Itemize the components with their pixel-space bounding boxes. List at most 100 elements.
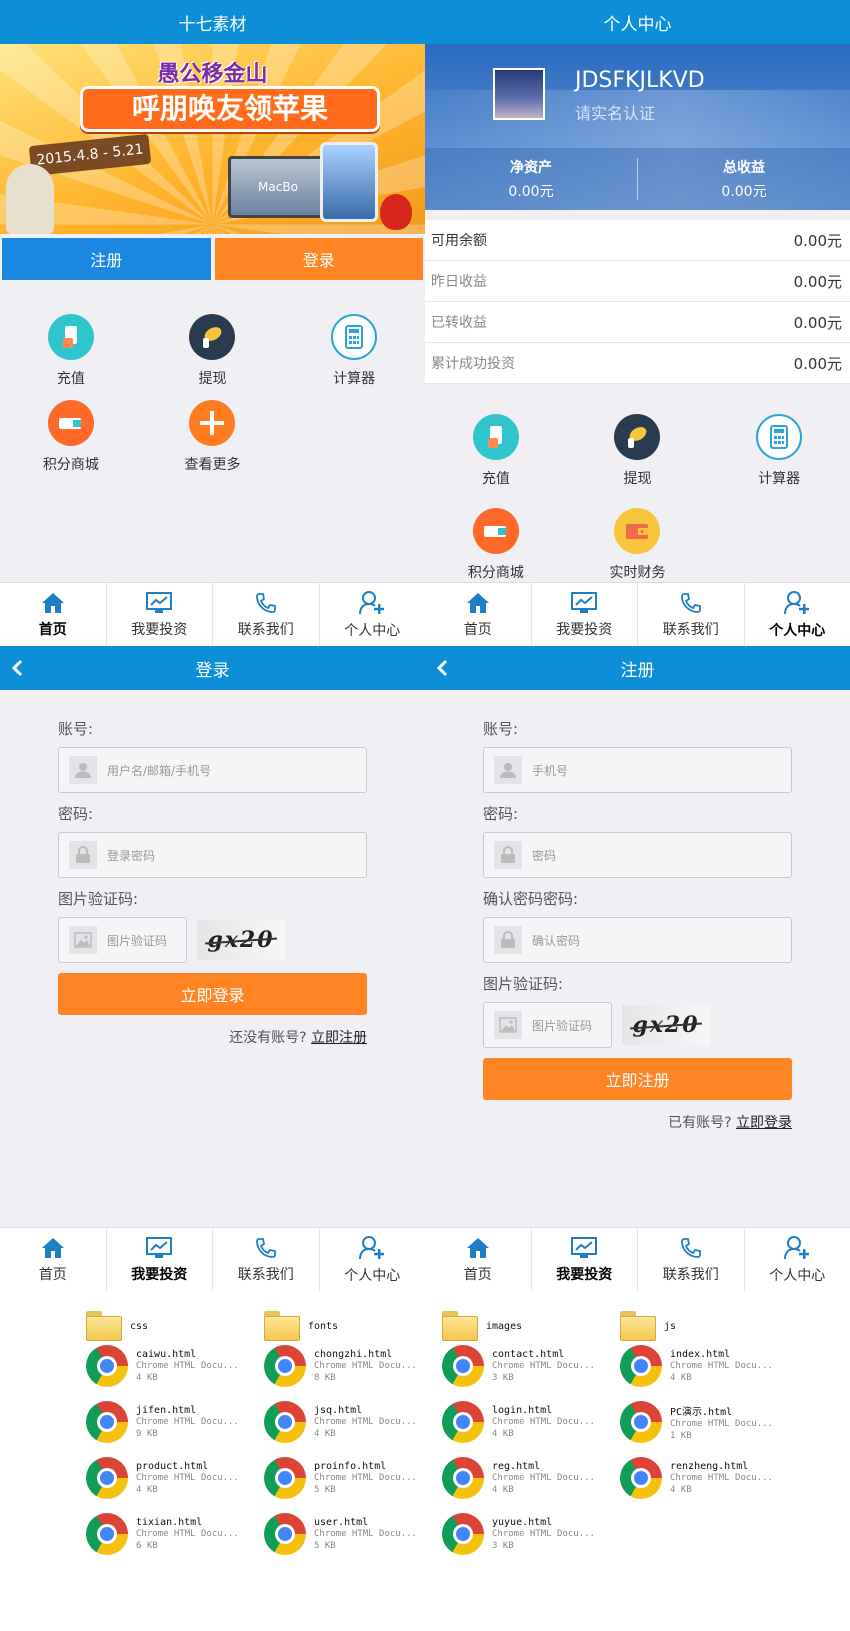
file-item[interactable]: proinfo.html Chrome HTML Docu... 5 KB xyxy=(264,1455,434,1501)
tab-invest[interactable]: 我要投资 xyxy=(107,1228,213,1291)
register-link[interactable]: 立即注册 xyxy=(311,1030,367,1046)
promo-banner[interactable]: 愚公移金山 呼朋唤友领苹果 2015.4.8 - 5.21 MacBo xyxy=(0,44,425,234)
file-item[interactable]: jsq.html Chrome HTML Docu... 4 KB xyxy=(264,1399,434,1445)
tab-home[interactable]: 首页 xyxy=(425,583,532,646)
menu-item-calculator[interactable]: 计算器 xyxy=(708,414,850,488)
tab-profile[interactable]: 个人中心 xyxy=(745,1228,850,1291)
file-type: Chrome HTML Docu... xyxy=(314,1528,417,1539)
register-screen: 注册 账号: 手机号 密码: 密码 确认密码密码: 确认密码 图片验证码: 图片… xyxy=(425,646,850,1291)
file-item[interactable]: contact.html Chrome HTML Docu... 3 KB xyxy=(442,1343,612,1389)
tab-home[interactable]: 首页 xyxy=(0,1228,107,1291)
file-type: Chrome HTML Docu... xyxy=(670,1472,773,1483)
register-button[interactable]: 注册 xyxy=(2,238,211,280)
add-user-icon xyxy=(359,590,385,614)
folder-icon xyxy=(86,1311,122,1341)
tab-label: 我要投资 xyxy=(556,1266,613,1283)
balance-label: 已转收益 xyxy=(431,315,487,331)
avatar[interactable] xyxy=(493,68,545,120)
image-icon xyxy=(494,1011,522,1039)
file-item[interactable]: yuyue.html Chrome HTML Docu... 3 KB xyxy=(442,1511,612,1557)
chrome-html-icon xyxy=(264,1513,306,1555)
tab-contact[interactable]: 联系我们 xyxy=(638,1228,745,1291)
tab-home[interactable]: 首页 xyxy=(0,583,107,646)
tab-label: 我要投资 xyxy=(556,621,613,638)
captcha-input[interactable]: 图片验证码 xyxy=(58,917,187,963)
tab-contact[interactable]: 联系我们 xyxy=(213,1228,320,1291)
file-item[interactable]: reg.html Chrome HTML Docu... 4 KB xyxy=(442,1455,612,1501)
captcha-image[interactable]: gx20 xyxy=(197,920,285,960)
file-item[interactable]: renzheng.html Chrome HTML Docu... 4 KB xyxy=(620,1455,790,1501)
file-item[interactable]: caiwu.html Chrome HTML Docu... 4 KB xyxy=(86,1343,256,1389)
file-name: yuyue.html xyxy=(492,1516,553,1528)
file-item[interactable]: index.html Chrome HTML Docu... 4 KB xyxy=(620,1343,790,1389)
verify-link[interactable]: 请实名认证 xyxy=(575,100,655,124)
login-submit-button[interactable]: 立即登录 xyxy=(58,973,367,1015)
back-arrow-icon[interactable] xyxy=(433,658,453,678)
register-submit-button[interactable]: 立即注册 xyxy=(483,1058,792,1100)
file-info: js xyxy=(664,1321,676,1332)
tab-home[interactable]: 首页 xyxy=(425,1228,532,1291)
chrome-html-icon xyxy=(264,1345,306,1387)
menu-item-recharge[interactable]: 充值 xyxy=(425,414,567,488)
captcha-image[interactable]: gx20 xyxy=(622,1005,710,1045)
menu-item-withdraw[interactable]: 提现 xyxy=(142,314,284,388)
back-arrow-icon[interactable] xyxy=(8,658,28,678)
file-size: 4 KB xyxy=(136,1372,158,1383)
tab-invest[interactable]: 我要投资 xyxy=(532,1228,638,1291)
tab-contact[interactable]: 联系我们 xyxy=(213,583,320,646)
net-assets: 净资产 0.00元 xyxy=(425,148,637,210)
file-info: proinfo.html Chrome HTML Docu... 5 KB xyxy=(314,1461,417,1496)
menu-item-withdraw[interactable]: 提现 xyxy=(567,414,709,488)
file-info: reg.html Chrome HTML Docu... 4 KB xyxy=(492,1461,595,1496)
file-item[interactable]: user.html Chrome HTML Docu... 5 KB xyxy=(264,1511,434,1557)
file-item[interactable]: login.html Chrome HTML Docu... 4 KB xyxy=(442,1399,612,1445)
lock-icon xyxy=(69,841,97,869)
tab-profile[interactable]: 个人中心 xyxy=(320,1228,426,1291)
file-size: 8 KB xyxy=(314,1372,336,1383)
recharge-icon xyxy=(472,414,519,460)
phone-icon xyxy=(255,592,276,613)
phone-input[interactable]: 手机号 xyxy=(483,747,792,793)
account-input[interactable]: 用户名/邮箱/手机号 xyxy=(58,747,367,793)
file-size: 4 KB xyxy=(670,1372,692,1383)
file-item[interactable]: chongzhi.html Chrome HTML Docu... 8 KB xyxy=(264,1343,434,1389)
home-icon xyxy=(41,592,64,613)
menu-item-points-mall[interactable]: 积分商城 xyxy=(425,508,567,582)
password-input[interactable]: 密码 xyxy=(483,832,792,878)
register-header: 注册 xyxy=(425,646,850,690)
menu-item-points-mall[interactable]: 积分商城 xyxy=(0,400,142,474)
tab-invest[interactable]: 我要投资 xyxy=(107,583,213,646)
confirm-password-input[interactable]: 确认密码 xyxy=(483,917,792,963)
login-link[interactable]: 立即登录 xyxy=(736,1115,792,1131)
menu-item-calculator[interactable]: 计算器 xyxy=(283,314,425,388)
file-type: Chrome HTML Docu... xyxy=(314,1472,417,1483)
tab-invest[interactable]: 我要投资 xyxy=(532,583,638,646)
login-button[interactable]: 登录 xyxy=(214,238,423,280)
captcha-input[interactable]: 图片验证码 xyxy=(483,1002,612,1048)
chrome-html-icon xyxy=(264,1457,306,1499)
file-item[interactable]: jifen.html Chrome HTML Docu... 9 KB xyxy=(86,1399,256,1445)
file-item[interactable]: PC演示.html Chrome HTML Docu... 1 KB xyxy=(620,1399,790,1445)
file-info: user.html Chrome HTML Docu... 5 KB xyxy=(314,1517,417,1552)
home-icon xyxy=(466,1237,489,1258)
username: JDSFKJLKVD xyxy=(575,68,705,93)
bottom-tab-bar: 首页 我要投资 联系我们 个人中心 xyxy=(425,582,850,646)
chart-monitor-icon xyxy=(571,591,598,613)
menu-item-finance[interactable]: 实时财务 xyxy=(567,508,709,582)
tab-contact[interactable]: 联系我们 xyxy=(638,583,745,646)
tab-label: 首页 xyxy=(463,621,492,638)
menu-item-more[interactable]: 查看更多 xyxy=(142,400,284,474)
phone-icon xyxy=(680,1237,701,1258)
balance-label: 累计成功投资 xyxy=(431,356,515,372)
chrome-html-icon xyxy=(620,1345,662,1387)
tab-profile[interactable]: 个人中心 xyxy=(745,583,850,646)
file-info: tixian.html Chrome HTML Docu... 6 KB xyxy=(136,1517,239,1552)
user-header: 个人中心 xyxy=(425,0,850,44)
password-input[interactable]: 登录密码 xyxy=(58,832,367,878)
menu-item-recharge[interactable]: 充值 xyxy=(0,314,142,388)
tab-profile[interactable]: 个人中心 xyxy=(320,583,426,646)
file-item[interactable]: tixian.html Chrome HTML Docu... 6 KB xyxy=(86,1511,256,1557)
file-name: product.html xyxy=(136,1460,209,1472)
file-info: contact.html Chrome HTML Docu... 3 KB xyxy=(492,1349,595,1384)
file-item[interactable]: product.html Chrome HTML Docu... 4 KB xyxy=(86,1455,256,1501)
